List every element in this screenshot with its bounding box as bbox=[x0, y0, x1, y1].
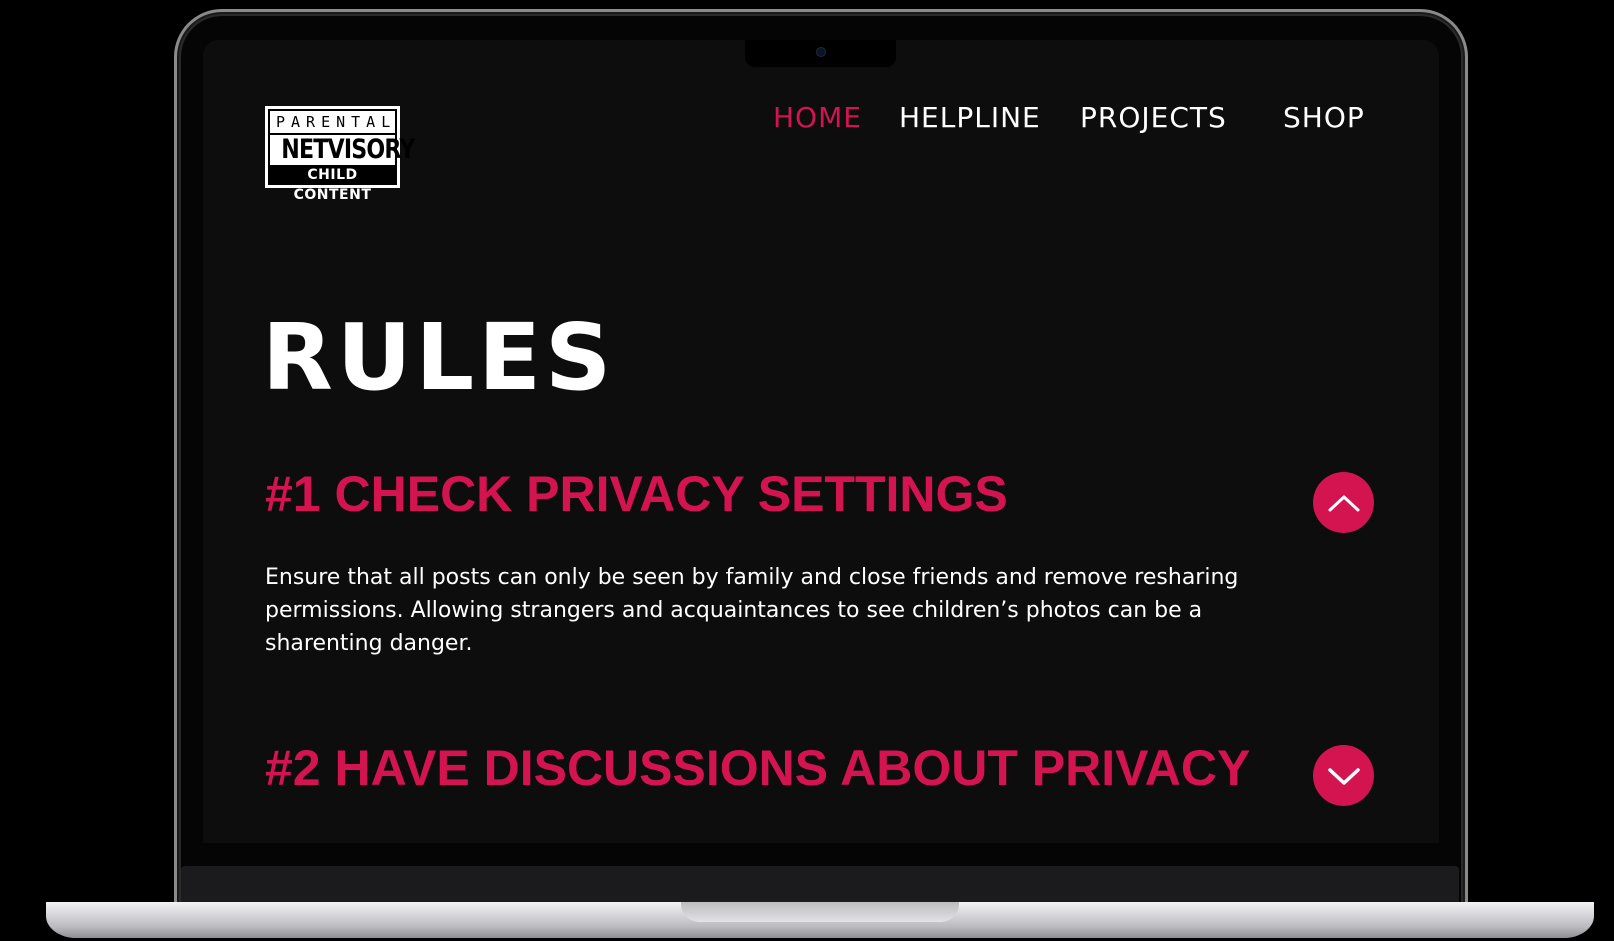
device-mockup: PARENTAL NETVISORY CHILD CONTENT HOME HE… bbox=[0, 0, 1614, 941]
rule-1-collapse-button[interactable] bbox=[1313, 472, 1374, 533]
camera-notch bbox=[745, 40, 896, 67]
camera-icon bbox=[817, 48, 825, 56]
website-screen: PARENTAL NETVISORY CHILD CONTENT HOME HE… bbox=[203, 40, 1439, 843]
chevron-down-icon bbox=[1327, 767, 1360, 785]
rule-1-body: Ensure that all posts can only be seen b… bbox=[265, 565, 1239, 656]
logo-middle-text: NETVISORY bbox=[281, 134, 415, 165]
nav-item-helpline[interactable]: HELPLINE bbox=[899, 98, 1041, 138]
main-navigation: HOME HELPLINE PROJECTS SHOP bbox=[203, 98, 1439, 138]
rule-2-expand-button[interactable] bbox=[1313, 745, 1374, 806]
rule-1-heading[interactable]: #1 CHECK PRIVACY SETTINGS bbox=[265, 466, 1008, 522]
logo-bottom-text: CHILD CONTENT bbox=[270, 165, 395, 203]
chevron-up-icon bbox=[1328, 495, 1359, 511]
laptop-opening-groove bbox=[681, 902, 959, 922]
page-title: RULES bbox=[262, 304, 616, 411]
laptop-base bbox=[46, 902, 1594, 938]
rule-2-heading[interactable]: #2 HAVE DISCUSSIONS ABOUT PRIVACY bbox=[265, 740, 1250, 796]
nav-item-projects[interactable]: PROJECTS bbox=[1080, 98, 1227, 138]
nav-item-home[interactable]: HOME bbox=[773, 98, 862, 138]
nav-item-shop[interactable]: SHOP bbox=[1283, 98, 1365, 138]
laptop-screen-chin bbox=[181, 866, 1459, 902]
